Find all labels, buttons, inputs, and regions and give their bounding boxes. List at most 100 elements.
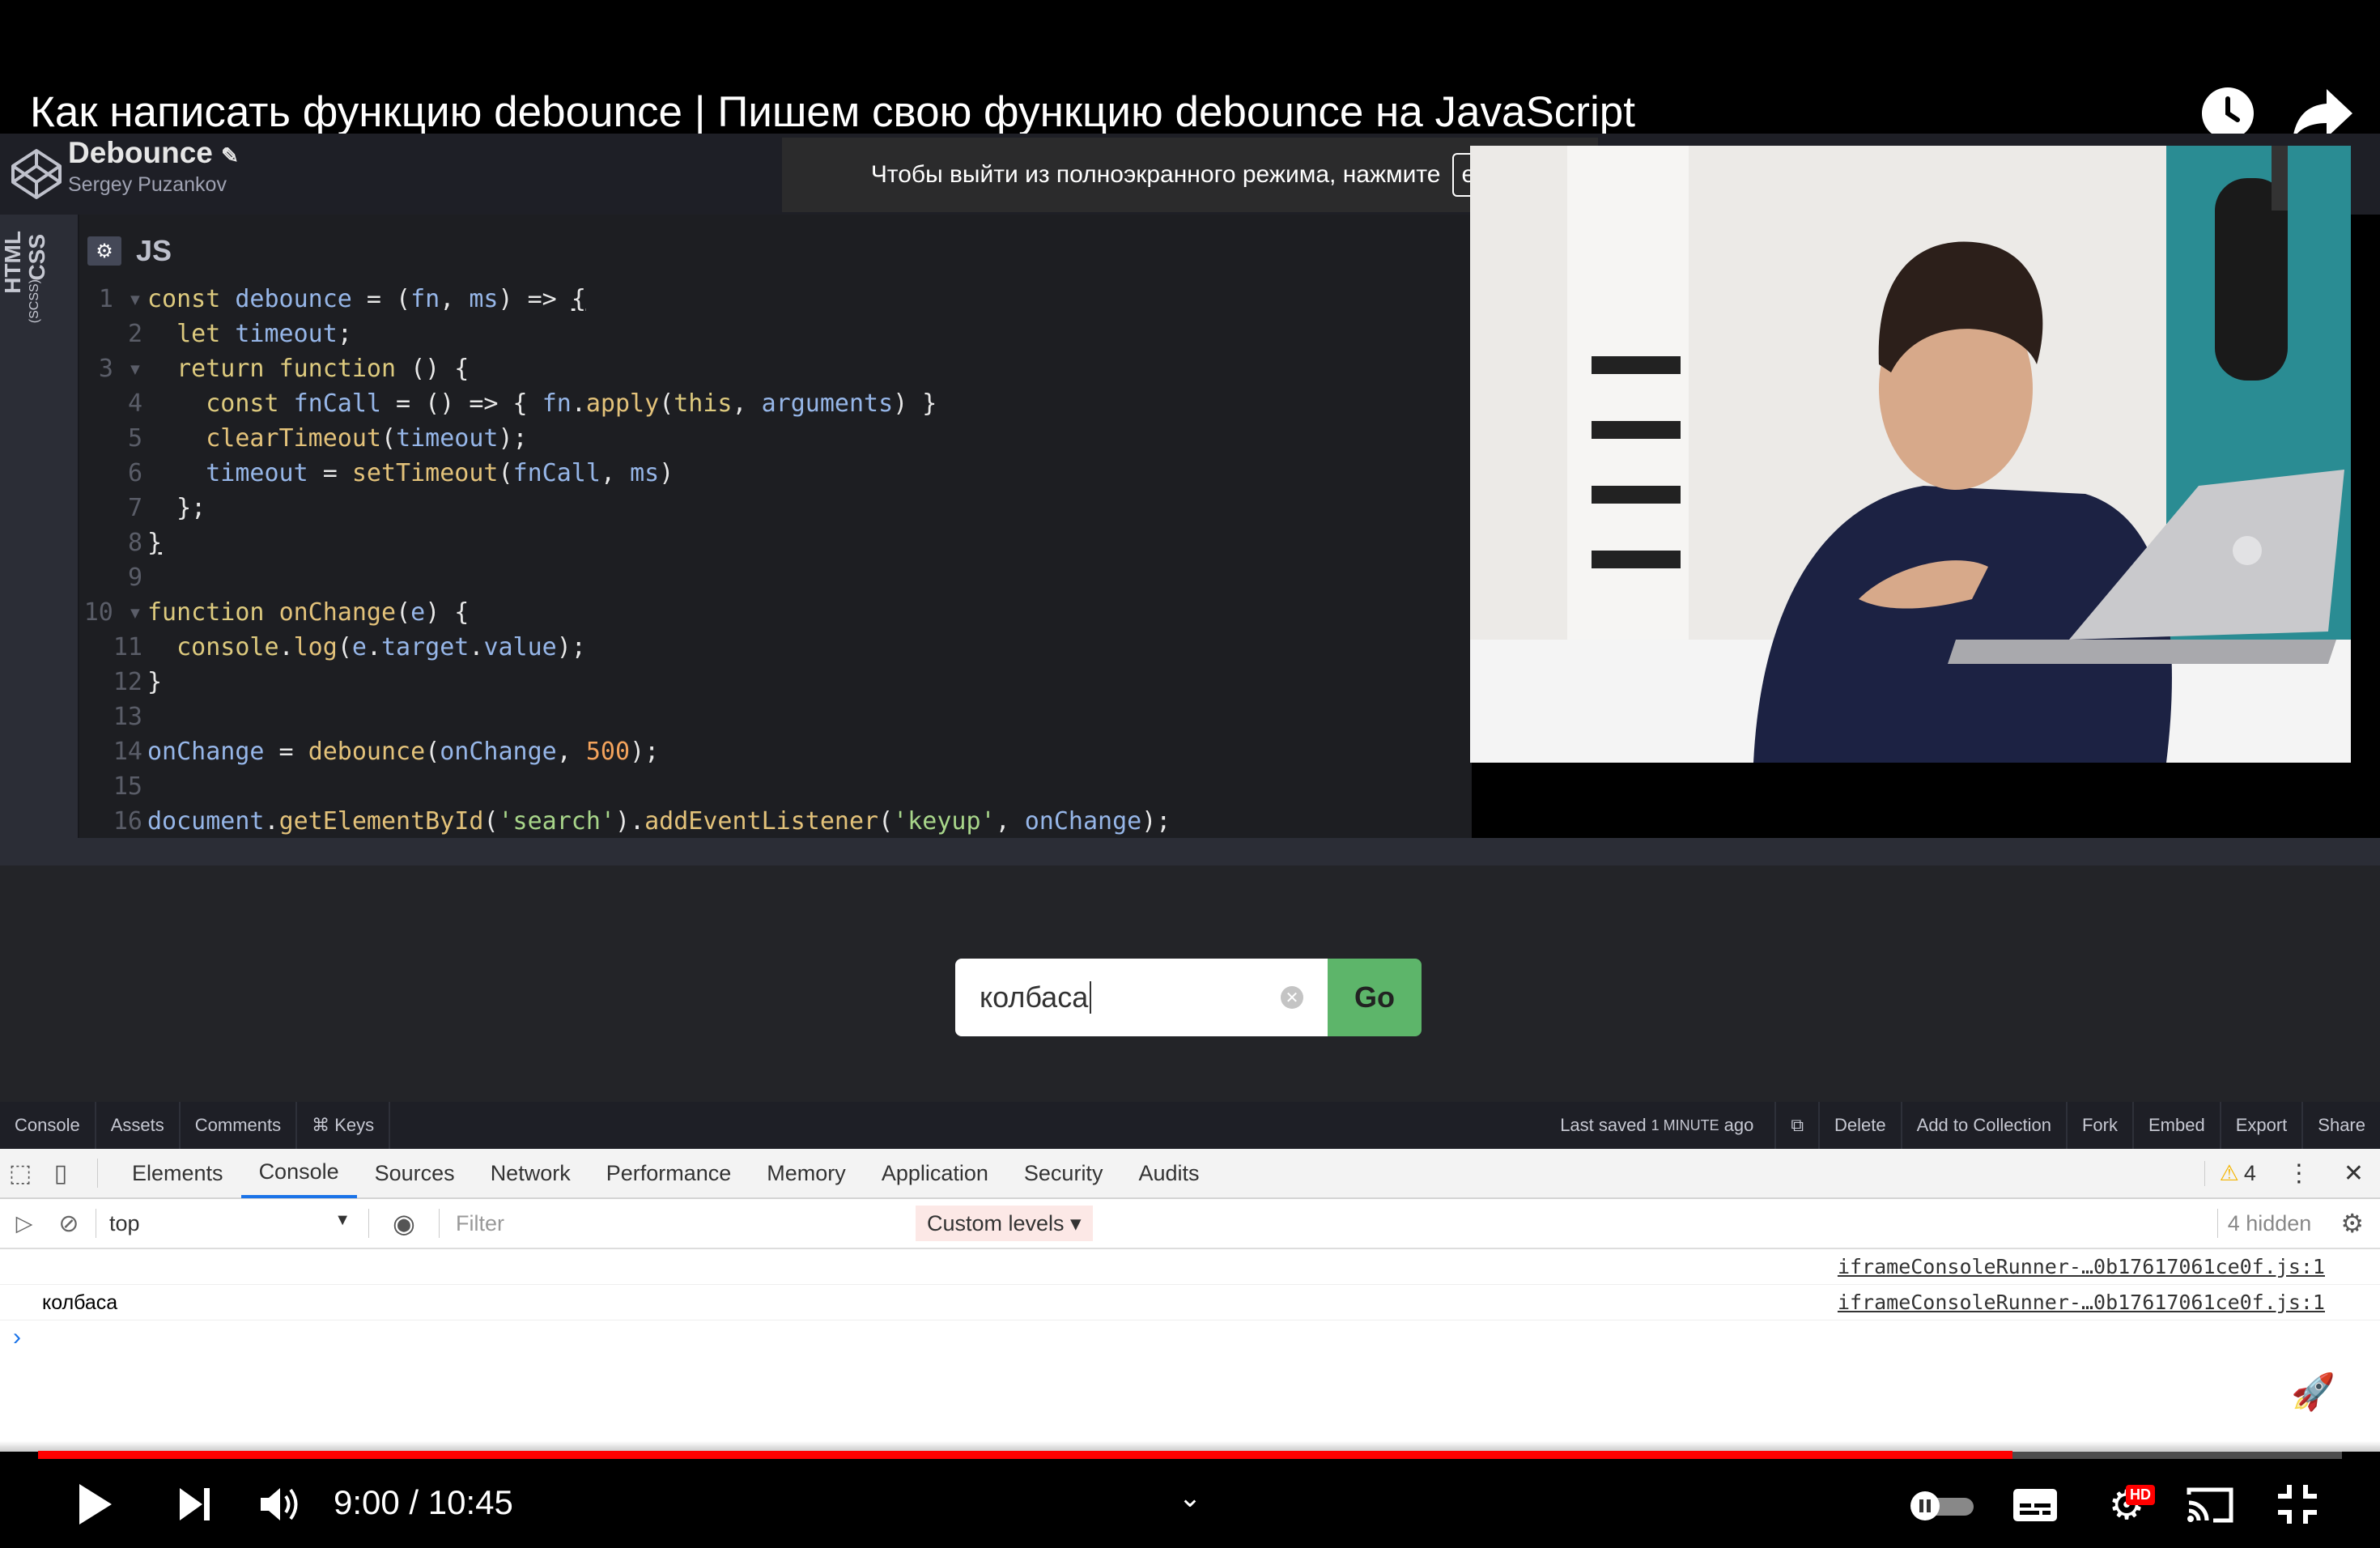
line-number-gutter: 1 ▾ 2 3 ▾ 4 5 6 7 8 9 10 ▾ 11 12 13 14 15 1…: [79, 282, 142, 839]
line-number: 12: [113, 668, 142, 696]
subtitles-icon[interactable]: [2011, 1486, 2059, 1524]
fullscreen-hint-text: Чтобы выйти из полноэкранного режима, на…: [870, 161, 1441, 188]
footer-comments-button[interactable]: Comments: [181, 1102, 298, 1149]
rocket-icon: 🚀: [2291, 1372, 2335, 1412]
code-line: document.getElementById('search').addEve…: [147, 807, 1171, 836]
editor-side-tabs: HTML CSS (SCSS): [0, 215, 79, 838]
add-to-collection-button[interactable]: Add to Collection: [1900, 1102, 2066, 1149]
line-number: 14: [113, 738, 142, 766]
video-title: Как написать функцию debounce | Пишем св…: [30, 88, 1635, 136]
exit-fullscreen-icon[interactable]: [2273, 1482, 2322, 1527]
tab-css[interactable]: CSS: [24, 234, 50, 281]
line-number: 11: [113, 633, 142, 661]
cast-icon[interactable]: [2184, 1483, 2236, 1525]
line-number: 13: [113, 703, 142, 731]
search-input[interactable]: колбаса: [955, 959, 1329, 1036]
tab-audits[interactable]: Audits: [1120, 1148, 1217, 1198]
tab-memory[interactable]: Memory: [749, 1148, 864, 1198]
console-prompt[interactable]: ›: [13, 1324, 21, 1351]
line-number: 4: [127, 389, 142, 418]
clear-console-icon[interactable]: ⊘: [49, 1210, 89, 1238]
more-menu-icon[interactable]: ⋮: [2271, 1159, 2327, 1188]
line-number: 7: [127, 494, 142, 522]
footer-keys-button[interactable]: ⌘ Keys: [297, 1102, 391, 1149]
line-number: 10 ▾: [83, 598, 142, 627]
code-line: timeout = setTimeout(fnCall, ms): [206, 459, 674, 487]
code-line: onChange = debounce(onChange, 500);: [147, 738, 660, 766]
delete-button[interactable]: Delete: [1818, 1102, 1901, 1149]
hidden-messages-count: 4 hidden: [2227, 1210, 2312, 1235]
console-filter-input[interactable]: Filter: [446, 1211, 916, 1236]
tab-console[interactable]: Console: [240, 1148, 357, 1198]
device-toolbar-icon[interactable]: ▯: [40, 1159, 81, 1188]
sidebar-toggle-icon[interactable]: ▷: [0, 1211, 49, 1236]
edit-pencil-icon[interactable]: ✎: [221, 143, 239, 168]
pen-title[interactable]: Debounce ✎: [68, 136, 239, 170]
log-levels-dropdown[interactable]: Custom levels ▾: [916, 1206, 1093, 1241]
line-number: 1 ▾: [98, 285, 142, 313]
settings-gear-icon[interactable]: ⚙: [87, 236, 121, 266]
code-line: const debounce = (fn, ms) => {: [147, 285, 586, 313]
warning-icon: ⚠: [2219, 1160, 2239, 1185]
footer-console-button[interactable]: Console: [0, 1102, 96, 1149]
last-saved-status: Last saved 1 MINUTE ago: [1560, 1115, 1754, 1135]
js-editor-header: ⚙ JS: [87, 227, 172, 275]
next-video-icon[interactable]: [172, 1483, 217, 1525]
console-settings-gear-icon[interactable]: ⚙: [2324, 1208, 2380, 1239]
tab-application[interactable]: Application: [864, 1148, 1006, 1198]
tab-css-preprocessor: (SCSS): [28, 279, 41, 324]
console-message-row: колбаса iframeConsoleRunner-…0b17617061c…: [0, 1285, 2380, 1320]
pen-author[interactable]: Sergey Puzankov: [68, 173, 227, 197]
embed-button[interactable]: Embed: [2131, 1102, 2220, 1149]
console-message-row: iframeConsoleRunner-…0b17617061ce0f.js:1: [0, 1249, 2380, 1285]
line-number: 8: [127, 529, 142, 557]
console-output: iframeConsoleRunner-…0b17617061ce0f.js:1…: [0, 1249, 2380, 1452]
chevron-down-icon[interactable]: ⌄: [1174, 1482, 1206, 1513]
codepen-logo-icon[interactable]: [8, 146, 65, 202]
console-toolbar: ▷ ⊘ top ▼ ◉ Filter Custom levels ▾ 4 hidd…: [0, 1199, 2380, 1249]
live-expression-eye-icon[interactable]: ◉: [376, 1208, 432, 1239]
go-button[interactable]: Go: [1328, 959, 1422, 1036]
autoplay-toggle[interactable]: [1907, 1490, 1977, 1522]
code-content[interactable]: const debounce = (fn, ms) => { let timeo…: [147, 282, 1171, 839]
warning-counter[interactable]: ⚠ 4: [2204, 1160, 2271, 1186]
js-editor-label: JS: [136, 234, 172, 267]
fork-button[interactable]: Fork: [2065, 1102, 2132, 1149]
line-number: 16: [113, 807, 142, 836]
console-source-link[interactable]: iframeConsoleRunner-…0b17617061ce0f.js:1: [1838, 1285, 2325, 1320]
play-icon[interactable]: [71, 1478, 120, 1530]
clear-input-icon[interactable]: ✕: [1281, 986, 1303, 1009]
tab-performance[interactable]: Performance: [589, 1148, 750, 1198]
code-line: console.log(e.target.value);: [176, 633, 586, 661]
code-line: clearTimeout(timeout);: [206, 424, 528, 453]
line-number: 15: [113, 772, 142, 801]
tab-html[interactable]: HTML: [0, 231, 26, 294]
share-button[interactable]: Share: [2301, 1102, 2380, 1149]
tab-security[interactable]: Security: [1006, 1148, 1121, 1198]
tab-sources[interactable]: Sources: [357, 1148, 473, 1198]
footer-assets-button[interactable]: Assets: [96, 1102, 181, 1149]
code-line: };: [147, 494, 206, 522]
watch-later-icon[interactable]: [2202, 87, 2254, 139]
time-display: 9:00 / 10:45: [334, 1483, 513, 1521]
tab-network[interactable]: Network: [473, 1148, 589, 1198]
context-selector[interactable]: top ▼: [103, 1211, 362, 1236]
tab-elements[interactable]: Elements: [114, 1148, 241, 1198]
console-message-text: колбаса: [42, 1291, 118, 1314]
code-line: let timeout;: [176, 320, 352, 348]
line-number: 9: [127, 563, 142, 592]
hd-badge: HD: [2126, 1485, 2155, 1505]
devtools-tabbar: ⬚ ▯ Elements Console Sources Network Per…: [0, 1149, 2380, 1199]
pane-resize-bar[interactable]: [0, 838, 2380, 865]
open-external-icon[interactable]: ⧉: [1774, 1102, 1818, 1149]
close-devtools-icon[interactable]: ✕: [2327, 1159, 2380, 1188]
dropdown-arrow-icon: ▼: [334, 1210, 351, 1229]
inspect-element-icon[interactable]: ⬚: [0, 1159, 40, 1188]
export-button[interactable]: Export: [2219, 1102, 2302, 1149]
line-number: 2: [127, 320, 142, 348]
volume-icon[interactable]: [256, 1482, 304, 1527]
line-number: 6: [127, 459, 142, 487]
console-source-link[interactable]: iframeConsoleRunner-…0b17617061ce0f.js:1: [1838, 1249, 2325, 1285]
